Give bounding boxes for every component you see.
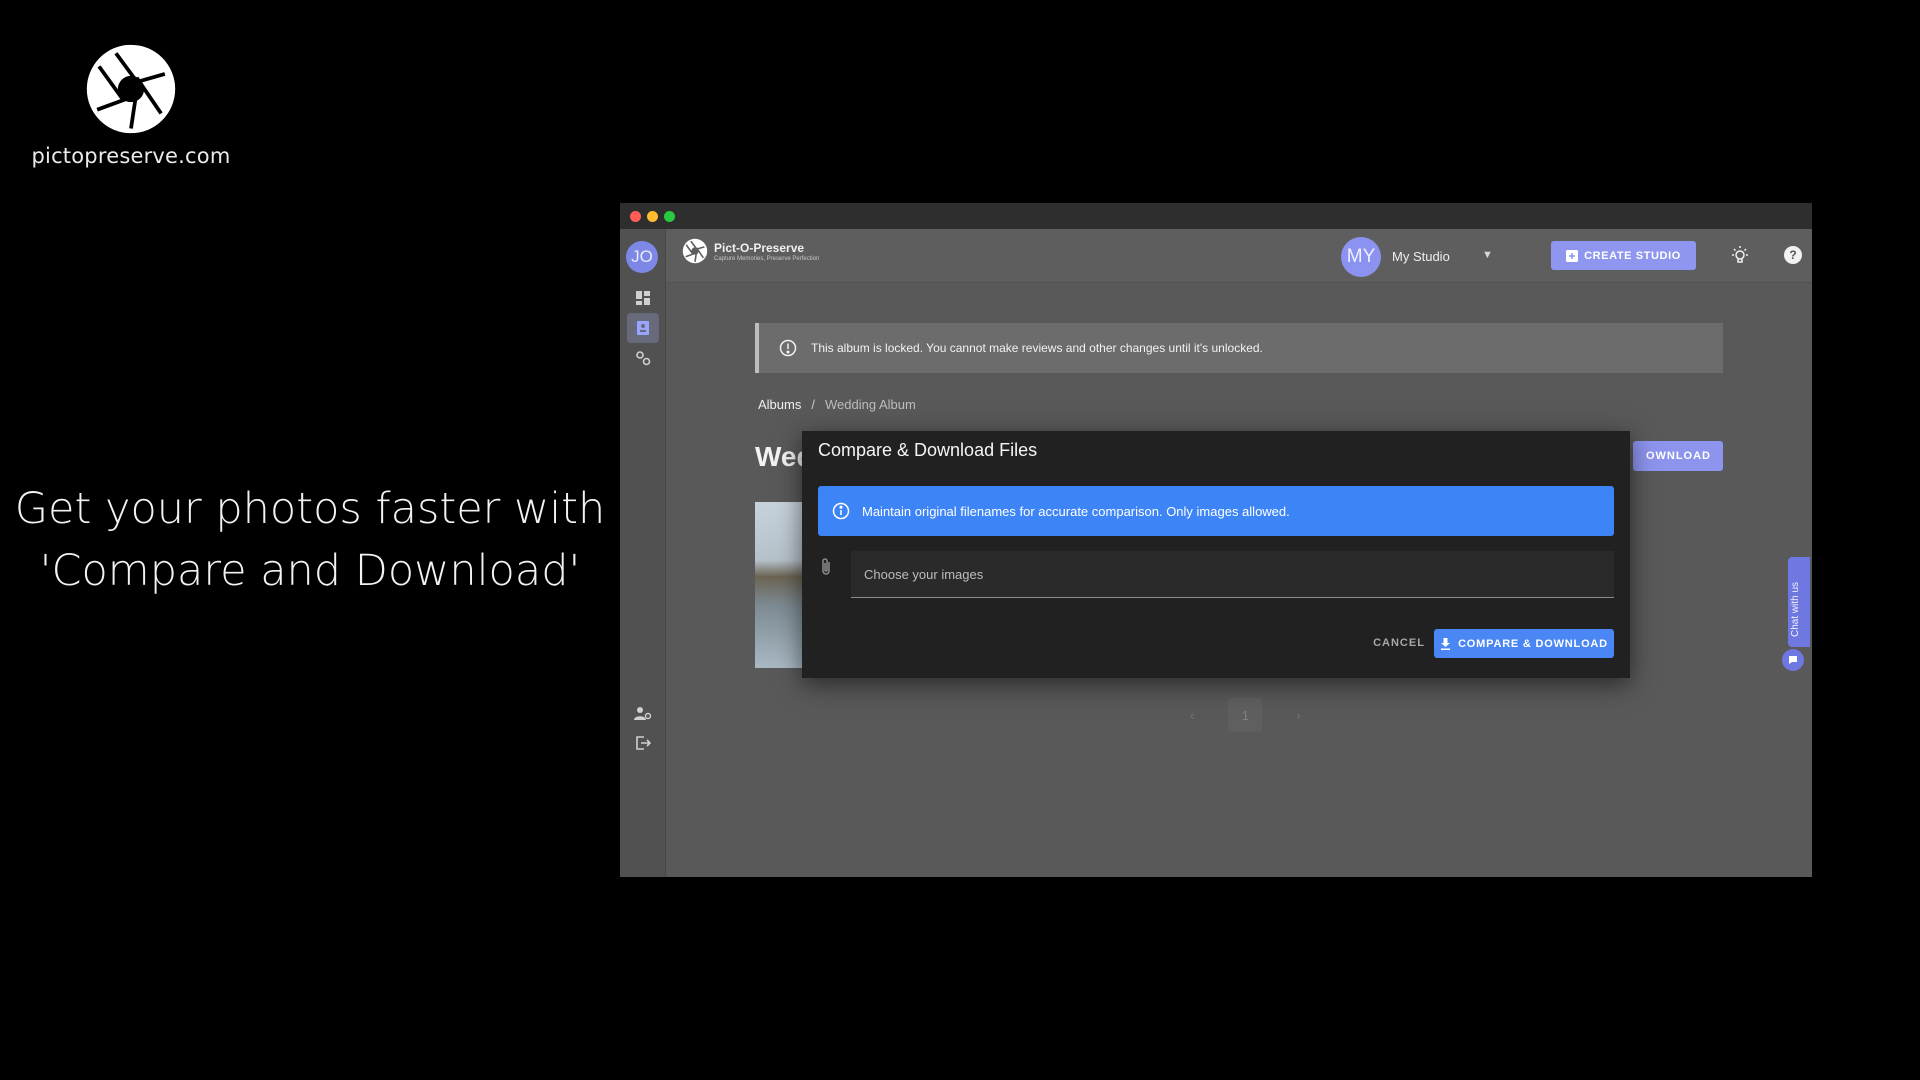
- studio-selector-label[interactable]: My Studio: [1392, 249, 1450, 264]
- sidebar-item-account[interactable]: [627, 698, 659, 728]
- dashboard-icon: [636, 291, 650, 305]
- maximize-window-button[interactable]: [664, 210, 675, 222]
- locked-message: This album is locked. You cannot make re…: [811, 341, 1263, 355]
- lightbulb-icon: [1732, 246, 1748, 263]
- sidebar-item-dashboard[interactable]: [627, 283, 659, 313]
- sidebar-item-albums[interactable]: [627, 313, 659, 343]
- paperclip-icon: [820, 557, 832, 582]
- page-number[interactable]: 1: [1228, 698, 1263, 732]
- alert-circle-icon: [779, 339, 797, 357]
- chat-label: Chat with us: [1790, 581, 1801, 637]
- studio-avatar[interactable]: MY: [1341, 237, 1381, 277]
- breadcrumb-current: Wedding Album: [824, 397, 916, 412]
- brand-url: pictopreserve.com: [31, 144, 231, 168]
- dialog-info-alert: Maintain original filenames for accurate…: [818, 486, 1614, 536]
- minimize-window-button[interactable]: [647, 210, 658, 222]
- compare-download-button[interactable]: COMPARE & DOWNLOAD: [1434, 629, 1614, 658]
- prev-page-button[interactable]: ‹: [1190, 708, 1194, 723]
- dialog-info-text: Maintain original filenames for accurate…: [862, 503, 1290, 519]
- user-avatar[interactable]: JO: [626, 241, 658, 273]
- breadcrumb-separator: /: [811, 397, 815, 412]
- logout-icon: [636, 736, 651, 750]
- aperture-icon: [682, 238, 708, 264]
- theme-toggle-button[interactable]: [1730, 245, 1750, 270]
- settings-gears-icon: [636, 351, 651, 366]
- app-name: Pict-O-Preserve: [714, 240, 805, 255]
- help-icon[interactable]: ?: [1784, 246, 1802, 264]
- breadcrumb-albums[interactable]: Albums: [758, 397, 801, 412]
- chevron-down-icon[interactable]: ▼: [1482, 249, 1493, 261]
- compare-download-dialog: Compare & Download Files Maintain origin…: [802, 431, 1630, 678]
- tagline-line-1: Get your photos faster with: [14, 484, 606, 534]
- pagination: ‹ 1 ›: [1190, 698, 1301, 732]
- chat-icon: [1789, 656, 1797, 664]
- breadcrumb: Albums / Wedding Album: [758, 397, 916, 412]
- sidebar-item-settings[interactable]: [627, 343, 659, 373]
- sidebar-item-logout[interactable]: [627, 728, 659, 758]
- app-tagline: Capture Memories, Preserve Perfection: [714, 255, 820, 262]
- chat-bubble-button[interactable]: [1782, 649, 1804, 671]
- create-studio-button[interactable]: CREATE STUDIO: [1551, 241, 1696, 270]
- file-input[interactable]: Choose your images: [851, 551, 1614, 598]
- window-titlebar: [620, 203, 1812, 229]
- create-studio-label: CREATE STUDIO: [1584, 249, 1681, 262]
- aperture-logo-icon: [84, 42, 178, 136]
- sidebar: JO: [620, 229, 666, 877]
- tagline-line-2: 'Compare and Download': [39, 546, 581, 596]
- add-box-icon: [1566, 249, 1579, 262]
- chat-tab[interactable]: Chat with us: [1788, 557, 1810, 647]
- brand-block: pictopreserve.com: [26, 42, 236, 168]
- download-button[interactable]: OWNLOAD: [1633, 441, 1723, 471]
- cancel-button[interactable]: CANCEL: [1367, 630, 1431, 656]
- user-settings-icon: [634, 707, 652, 720]
- promo-tagline: Get your photos faster with 'Compare and…: [0, 478, 620, 602]
- next-page-button[interactable]: ›: [1296, 708, 1300, 723]
- compare-download-label: COMPARE & DOWNLOAD: [1458, 637, 1608, 650]
- close-window-button[interactable]: [630, 210, 641, 222]
- download-icon: [1441, 637, 1451, 650]
- app-logo[interactable]: Pict-O-Preserve Capture Memories, Preser…: [682, 238, 819, 264]
- info-icon: [832, 502, 850, 520]
- dialog-title: Compare & Download Files: [818, 440, 1038, 460]
- app-window: JO Pict-O-Preserve Capture Memories, Pre…: [620, 203, 1812, 877]
- app-header: Pict-O-Preserve Capture Memories, Preser…: [666, 229, 1812, 283]
- album-icon: [637, 321, 649, 335]
- album-locked-banner: This album is locked. You cannot make re…: [755, 323, 1723, 373]
